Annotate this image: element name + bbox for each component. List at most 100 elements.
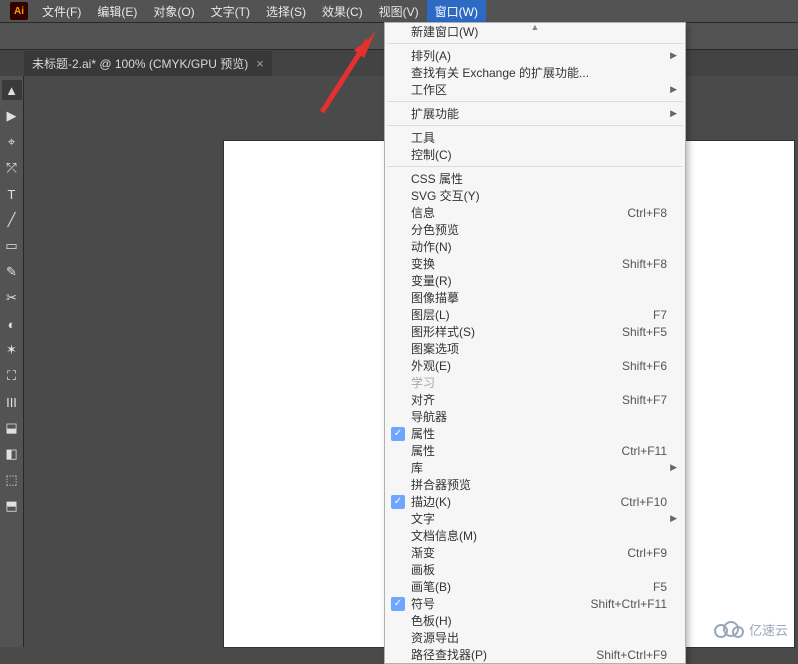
menu-item[interactable]: 外观(E)Shift+F6: [385, 357, 685, 374]
menu-item-label: 变量(R): [411, 272, 667, 289]
menu-item[interactable]: 库▶: [385, 459, 685, 476]
close-icon[interactable]: ×: [256, 56, 264, 71]
tool-rect[interactable]: ▭: [2, 236, 22, 256]
menu-shortcut: Shift+F8: [622, 257, 667, 271]
menu-shortcut: Shift+Ctrl+F9: [596, 648, 667, 662]
menu-shortcut: Ctrl+F8: [627, 206, 667, 220]
menu-item[interactable]: 图像描摹: [385, 289, 685, 306]
menu-item[interactable]: 图形样式(S)Shift+F5: [385, 323, 685, 340]
menu-item[interactable]: CSS 属性: [385, 170, 685, 187]
menu-item[interactable]: 排列(A)▶: [385, 47, 685, 64]
tool-direct-select[interactable]: ▶: [2, 106, 22, 126]
menu-item[interactable]: 信息Ctrl+F8: [385, 204, 685, 221]
tool-mesh[interactable]: ⬓: [2, 418, 22, 438]
menu-item-label: 查找有关 Exchange 的扩展功能...: [411, 64, 667, 81]
menu-item-label: 资源导出: [411, 629, 667, 646]
menu-shortcut: Shift+F7: [622, 393, 667, 407]
menu-item-label: 画笔(B): [411, 578, 653, 595]
menu-item-label: 库: [411, 459, 667, 476]
menu-item-label: SVG 交互(Y): [411, 187, 667, 204]
tool-type[interactable]: T: [2, 184, 22, 204]
menu-item-label: 图像描摹: [411, 289, 667, 306]
menu-item[interactable]: 对齐Shift+F7: [385, 391, 685, 408]
menu-item-label: 属性: [411, 442, 622, 459]
menu-select[interactable]: 选择(S): [258, 0, 314, 23]
menu-item[interactable]: ✓ 属性: [385, 425, 685, 442]
menu-item[interactable]: SVG 交互(Y): [385, 187, 685, 204]
tool-scissors[interactable]: ✂: [2, 288, 22, 308]
menu-view[interactable]: 视图(V): [371, 0, 427, 23]
tool-blend[interactable]: ⬚: [2, 470, 22, 490]
chevron-right-icon: ▶: [670, 84, 677, 95]
menu-item-label: 属性: [411, 425, 667, 442]
menu-item[interactable]: 变量(R): [385, 272, 685, 289]
check-icon: ✓: [391, 597, 405, 611]
menu-item[interactable]: 导航器: [385, 408, 685, 425]
tool-artboard[interactable]: ⬒: [2, 496, 22, 516]
menu-file[interactable]: 文件(F): [34, 0, 89, 23]
menu-item[interactable]: ✓符号Shift+Ctrl+F11: [385, 595, 685, 612]
menu-item[interactable]: 扩展功能▶: [385, 105, 685, 122]
menu-item[interactable]: 新建窗口(W): [385, 23, 685, 40]
menu-item[interactable]: 工具: [385, 129, 685, 146]
menu-item[interactable]: 控制(C): [385, 146, 685, 163]
menu-item[interactable]: 拼合器预览: [385, 476, 685, 493]
menu-type[interactable]: 文字(T): [203, 0, 258, 23]
menu-item[interactable]: 查找有关 Exchange 的扩展功能...: [385, 64, 685, 81]
tool-selection[interactable]: ▲: [2, 80, 22, 100]
menu-item[interactable]: 属性Ctrl+F11: [385, 442, 685, 459]
menu-item-label: 工作区: [411, 81, 667, 98]
menu-item-label: 导航器: [411, 408, 667, 425]
menu-item-label: 文档信息(M): [411, 527, 667, 544]
tool-wand[interactable]: ⌖: [2, 132, 22, 152]
menu-item[interactable]: 分色预览: [385, 221, 685, 238]
chevron-right-icon: ▶: [670, 462, 677, 473]
menu-item[interactable]: ✓ 描边(K)Ctrl+F10: [385, 493, 685, 510]
menu-edit[interactable]: 编辑(E): [89, 0, 145, 23]
menu-item[interactable]: 图案选项: [385, 340, 685, 357]
menu-object[interactable]: 对象(O): [145, 0, 202, 23]
tool-scale[interactable]: ✶: [2, 340, 22, 360]
window-menu-dropdown[interactable]: ▲ 新建窗口(W)排列(A)▶查找有关 Exchange 的扩展功能...工作区…: [384, 22, 686, 664]
tool-rotate[interactable]: ◐: [2, 314, 22, 334]
check-icon: ✓: [391, 427, 405, 441]
menu-item[interactable]: 动作(N): [385, 238, 685, 255]
chevron-right-icon: ▶: [670, 50, 677, 61]
menu-item[interactable]: 画板: [385, 561, 685, 578]
tool-graph[interactable]: III: [2, 392, 22, 412]
menu-item[interactable]: 画笔(B)F5: [385, 578, 685, 595]
menu-item[interactable]: 色板(H): [385, 612, 685, 629]
tool-line[interactable]: ╱: [2, 210, 22, 230]
menu-effect[interactable]: 效果(C): [314, 0, 371, 23]
tool-gradient[interactable]: ◧: [2, 444, 22, 464]
menu-item-label: 描边(K): [411, 493, 621, 510]
app-logo: Ai: [10, 2, 28, 20]
menu-item[interactable]: 文字▶: [385, 510, 685, 527]
menu-item-label: CSS 属性: [411, 170, 667, 187]
menu-item-label: 渐变: [411, 544, 627, 561]
document-tab[interactable]: 未标题-2.ai* @ 100% (CMYK/GPU 预览) ×: [24, 51, 272, 76]
menu-item-label: 图层(L): [411, 306, 653, 323]
menu-item[interactable]: 图层(L)F7: [385, 306, 685, 323]
menu-shortcut: F7: [653, 308, 667, 322]
check-icon: ✓: [391, 495, 405, 509]
chevron-right-icon: ▶: [670, 513, 677, 524]
menu-item[interactable]: 路径查找器(P)Shift+Ctrl+F9: [385, 646, 685, 663]
menu-item[interactable]: 变换Shift+F8: [385, 255, 685, 272]
tool-free[interactable]: ⛶: [2, 366, 22, 386]
menu-item[interactable]: 渐变Ctrl+F9: [385, 544, 685, 561]
menu-item[interactable]: 工作区▶: [385, 81, 685, 98]
menu-item-label: 排列(A): [411, 47, 667, 64]
cloud-icon: [711, 619, 745, 639]
menu-bar: Ai 文件(F) 编辑(E) 对象(O) 文字(T) 选择(S) 效果(C) 视…: [0, 0, 798, 22]
watermark: 亿速云: [711, 619, 788, 639]
menu-item-label: 变换: [411, 255, 622, 272]
tool-lasso[interactable]: ⤱: [2, 158, 22, 178]
menu-item[interactable]: 资源导出: [385, 629, 685, 646]
menu-shortcut: Ctrl+F10: [621, 495, 667, 509]
tool-brush[interactable]: ✎: [2, 262, 22, 282]
menu-item[interactable]: 文档信息(M): [385, 527, 685, 544]
menu-item: 学习: [385, 374, 685, 391]
menu-window[interactable]: 窗口(W): [427, 0, 486, 23]
menu-item-label: 新建窗口(W): [411, 23, 667, 40]
